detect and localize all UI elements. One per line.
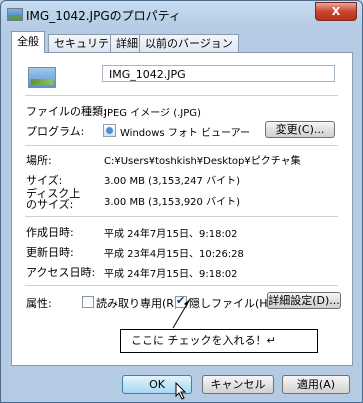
modified-label: 更新日時: [26,246,74,259]
program-value: Windows フォト ビューアー [120,128,250,139]
readonly-checkbox-label[interactable]: 読み取り専用(R) [96,295,178,311]
change-program-button[interactable]: 変更(C)... [265,121,335,138]
tab-previous-versions[interactable]: 以前のバージョン [139,34,239,52]
readonly-checkbox[interactable] [82,296,94,308]
mouse-cursor-icon [175,382,187,400]
annotation-callout: ここに チェックを入れる！↵ [120,329,318,353]
size-label: サイズ: [26,174,63,187]
modified-value: 平成 23年4月15日、10:26:28 [104,249,244,260]
cancel-button[interactable]: キャンセル [202,375,274,394]
apply-button[interactable]: 適用(A) [282,375,350,394]
hidden-checkbox-label[interactable]: 隠しファイル(H) [189,295,272,311]
location-value: C:¥Users¥toshkish¥Desktop¥ピクチャ集 [104,156,301,167]
file-name-field[interactable]: IMG_1042.JPG [102,65,335,82]
divider [25,145,338,146]
jpeg-image-icon [7,8,23,21]
divider [25,216,338,217]
divider [25,95,338,96]
location-label: 場所: [26,154,52,167]
divider [25,285,338,286]
accessed-value: 平成 24年7月15日、9:18:02 [104,269,238,280]
title-bar[interactable]: IMG_1042.JPGのプロパティ X [1,1,362,29]
disk-size-label-line2: のサイズ: [26,198,74,211]
created-label: 作成日時: [26,226,74,239]
accessed-label: アクセス日時: [26,266,96,279]
disk-size-value: 3.00 MB (3,153,920 バイト) [104,197,240,208]
file-type-value: JPEG イメージ (.JPG) [104,108,201,119]
properties-dialog: IMG_1042.JPGのプロパティ X 全般 セキュリティ 詳細 以前のバージ… [0,0,363,403]
tab-general[interactable]: 全般 [11,31,45,53]
attributes-label: 属性: [26,297,52,310]
hidden-checkbox[interactable] [175,294,187,308]
jpeg-image-icon [28,67,56,88]
photo-viewer-icon [103,124,116,137]
general-tab-panel: IMG_1042.JPG ファイルの種類: JPEG イメージ (.JPG) プ… [11,52,353,366]
program-label: プログラム: [26,125,85,138]
disk-size-label: ディスク上 のサイズ: [26,188,80,210]
created-value: 平成 24年7月15日、9:18:02 [104,229,238,240]
size-value: 3.00 MB (3,153,247 バイト) [104,176,240,187]
close-button[interactable]: X [315,2,357,21]
advanced-attributes-button[interactable]: 詳細設定(D)... [267,292,341,309]
file-type-label: ファイルの種類: [26,105,107,118]
window-title: IMG_1042.JPGのプロパティ [26,9,181,23]
